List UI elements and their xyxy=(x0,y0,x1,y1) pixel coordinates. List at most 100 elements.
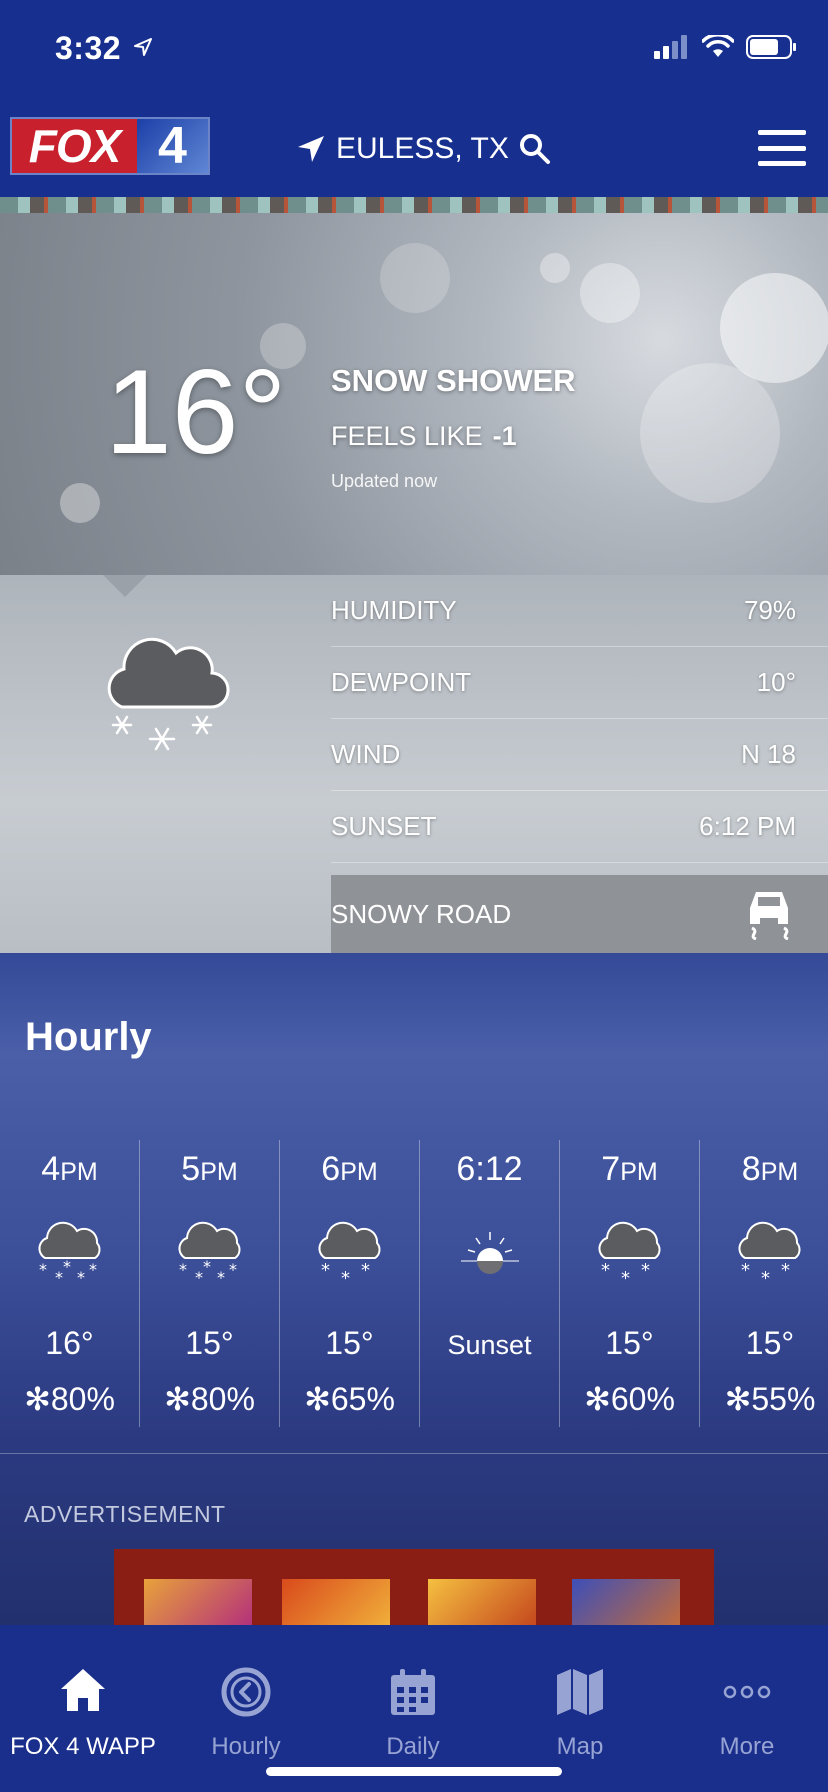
section-divider xyxy=(0,1453,828,1454)
hour-temperature: 15° xyxy=(605,1325,654,1361)
hour-time: 8PM xyxy=(741,1150,799,1188)
svg-text:*: * xyxy=(217,1268,225,1286)
hourly-item-sunset[interactable]: 6:12 Sunset xyxy=(420,1140,560,1427)
svg-text:*: * xyxy=(361,1260,370,1281)
more-dots-icon xyxy=(723,1685,771,1699)
snowflake-icon: ✻ xyxy=(164,1381,191,1417)
feels-like-value: -1 xyxy=(492,421,517,451)
updated-time: Updated now xyxy=(331,471,438,491)
tab-label: FOX 4 WAPP xyxy=(10,1733,156,1760)
sunset-row: SUNSET 6:12 PM xyxy=(331,791,828,863)
snow-cloud-icon: * *** * xyxy=(38,1221,101,1286)
hourly-item[interactable]: 7PM * * * 15° ✻60% xyxy=(560,1140,700,1427)
svg-text:*: * xyxy=(203,1257,211,1276)
tab-home[interactable]: FOX 4 WAPP xyxy=(0,1625,166,1792)
hourly-item[interactable]: 8PM * * * 15° ✻55% xyxy=(700,1140,828,1427)
home-indicator[interactable] xyxy=(266,1767,562,1776)
detail-label: SUNSET xyxy=(331,811,437,841)
tab-label: Hourly xyxy=(211,1733,281,1760)
tab-more[interactable]: More xyxy=(664,1625,828,1792)
app-header: FOX 4 EULESS, TX xyxy=(0,100,828,197)
snow-cloud-icon: * * * xyxy=(318,1221,381,1286)
hourly-forecast-list[interactable]: 4PM * * * * * 16° ✻80% 5PM * * * * * 15° ✻80% 6P… xyxy=(0,1140,828,1427)
advertisement-label: ADVERTISEMENT xyxy=(24,1501,226,1527)
hour-temperature: 15° xyxy=(325,1325,374,1361)
logo-fox-text: FOX xyxy=(12,119,137,173)
snowflake-icon: ✻ xyxy=(304,1381,331,1417)
detail-value: N 18 xyxy=(741,739,796,769)
svg-text:*: * xyxy=(761,1268,770,1286)
dewpoint-row: DEWPOINT 10° xyxy=(331,647,828,719)
hour-time: 5PM xyxy=(181,1150,238,1188)
sunset-icon xyxy=(460,1232,519,1274)
detail-label: DEWPOINT xyxy=(331,667,472,697)
sunset-label: Sunset xyxy=(447,1330,532,1360)
svg-text:*: * xyxy=(39,1260,47,1279)
svg-text:*: * xyxy=(63,1257,71,1276)
hour-temperature: 15° xyxy=(745,1325,795,1361)
hour-temperature: 16° xyxy=(45,1325,94,1361)
detail-value: 10° xyxy=(756,667,796,697)
snow-shower-icon xyxy=(107,637,230,751)
hour-time: 4PM xyxy=(41,1150,98,1188)
snowflake-icon: ✻ xyxy=(724,1381,752,1417)
sunset-time: 6:12 xyxy=(456,1150,523,1188)
snow-cloud-icon: * * * xyxy=(738,1221,801,1286)
svg-text:*: * xyxy=(89,1260,97,1279)
svg-text:*: * xyxy=(781,1260,790,1281)
svg-text:*: * xyxy=(179,1260,187,1279)
hourly-item[interactable]: 5PM * * * * * 15° ✻80% xyxy=(140,1140,280,1427)
pointer-notch xyxy=(103,575,147,597)
fox4-logo[interactable]: FOX 4 xyxy=(10,117,210,175)
advertisement-banner[interactable] xyxy=(114,1549,714,1625)
snowflake-icon: ✻ xyxy=(584,1381,611,1417)
svg-text:*: * xyxy=(341,1268,350,1286)
hourly-title: Hourly xyxy=(25,1015,152,1059)
cellular-signal-icon xyxy=(654,35,687,59)
hour-temperature: 15° xyxy=(185,1325,234,1361)
clock-icon xyxy=(221,1667,271,1717)
snowy-road-alert[interactable]: SNOWY ROAD xyxy=(331,875,828,953)
location-services-icon xyxy=(134,38,152,56)
location-name: EULESS, TX xyxy=(336,132,509,165)
detail-value: 79% xyxy=(743,595,796,625)
hourly-item[interactable]: 4PM * * * * * 16° ✻80% xyxy=(0,1140,140,1427)
tab-label: More xyxy=(719,1733,775,1760)
logo-number: 4 xyxy=(137,119,208,173)
feels-like-label: FEELS LIKE xyxy=(331,421,483,451)
hour-precip: ✻80% xyxy=(24,1381,115,1417)
snowflake-icon: ✻ xyxy=(24,1381,51,1417)
road-condition-label: SNOWY ROAD xyxy=(331,898,512,929)
svg-text:*: * xyxy=(321,1260,330,1281)
svg-text:*: * xyxy=(55,1268,63,1286)
current-condition: SNOW SHOWER xyxy=(331,363,576,398)
svg-text:*: * xyxy=(641,1260,650,1281)
hour-time: 6PM xyxy=(321,1150,378,1188)
svg-text:*: * xyxy=(741,1260,750,1281)
hamburger-menu-icon[interactable] xyxy=(758,130,806,166)
slippery-road-icon xyxy=(750,892,789,940)
map-icon xyxy=(557,1669,603,1715)
hour-precip: ✻55% xyxy=(724,1381,816,1417)
hour-precip: ✻80% xyxy=(164,1381,255,1417)
svg-text:*: * xyxy=(77,1268,85,1286)
current-conditions-hero: 16° SNOW SHOWER FEELS LIKE -1 Updated now xyxy=(0,213,828,575)
hourly-section: Hourly 4PM * * * * * 16° ✻80% 5PM * * * * * 15° … xyxy=(0,953,828,1625)
snow-cloud-icon: * * * xyxy=(598,1221,661,1286)
feels-like: FEELS LIKE -1 xyxy=(331,421,517,452)
conditions-details: HUMIDITY 79% DEWPOINT 10° WIND N 18 SUNS… xyxy=(0,575,828,953)
hour-precip: ✻65% xyxy=(304,1381,395,1417)
radar-map-strip[interactable] xyxy=(0,197,828,213)
detail-value: 6:12 PM xyxy=(699,811,796,841)
home-icon xyxy=(61,1669,105,1711)
location-arrow-icon xyxy=(298,136,324,162)
status-bar: 3:32 xyxy=(0,0,828,100)
wind-row: WIND N 18 xyxy=(331,719,828,791)
calendar-icon xyxy=(391,1669,435,1715)
location-selector[interactable]: EULESS, TX xyxy=(296,124,551,174)
search-icon[interactable] xyxy=(519,133,551,165)
svg-text:*: * xyxy=(195,1268,203,1286)
hourly-item[interactable]: 6PM * * * 15° ✻65% xyxy=(280,1140,420,1427)
ad-image xyxy=(144,1579,252,1625)
wifi-icon xyxy=(702,35,734,57)
